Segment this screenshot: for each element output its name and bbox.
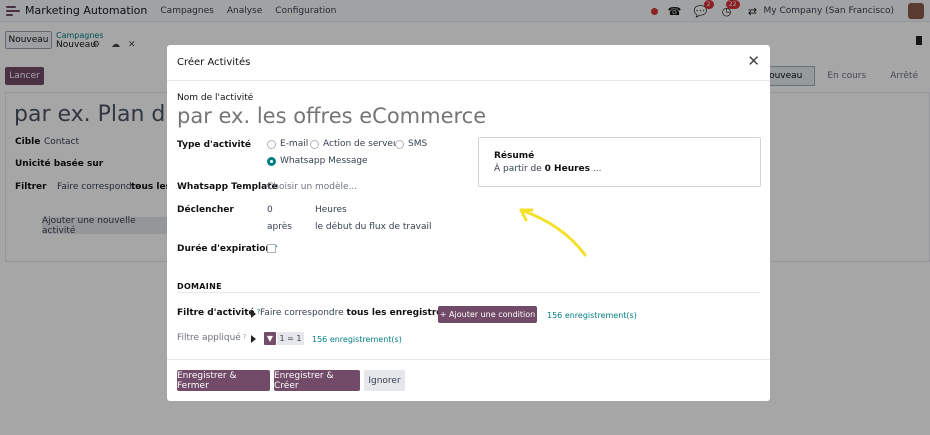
radio-email[interactable]: E-mail bbox=[267, 139, 308, 149]
create-activities-dialog: Créer Activités ✕ Nom de l'activité Type… bbox=[167, 45, 770, 401]
applied-filter-tag: 1 = 1 bbox=[277, 332, 304, 345]
radio-whatsapp[interactable]: Whatsapp Message bbox=[267, 156, 368, 166]
trigger-unit-select[interactable]: Heures bbox=[315, 205, 347, 215]
save-new-button[interactable]: Enregistrer & Créer bbox=[274, 370, 360, 391]
radio-circle[interactable] bbox=[310, 139, 319, 149]
caret-right-icon[interactable] bbox=[251, 310, 256, 318]
caret-right-icon[interactable] bbox=[251, 335, 256, 343]
applied-filter-label: Filtre appliqué? bbox=[177, 333, 247, 343]
summary-text: À partir de 0 Heures ... bbox=[494, 164, 602, 174]
annotation-arrow-icon bbox=[519, 208, 587, 257]
close-icon[interactable]: ✕ bbox=[747, 54, 760, 69]
add-condition-button[interactable]: + Ajouter une condition bbox=[438, 306, 537, 323]
whatsapp-template-label: Whatsapp Template bbox=[177, 182, 278, 192]
ignore-button[interactable]: Ignorer bbox=[364, 370, 405, 391]
trigger-when-select[interactable]: après bbox=[267, 222, 292, 232]
summary-title: Résumé bbox=[494, 151, 535, 161]
dialog-header: Créer Activités ✕ bbox=[167, 45, 770, 81]
domain-section-title: DOMAINE bbox=[177, 282, 222, 291]
trigger-event-select[interactable]: le début du flux de travail bbox=[315, 222, 432, 232]
expiry-label: Durée d'expiration? bbox=[177, 244, 278, 254]
records-count-link[interactable]: 156 enregistrement(s) bbox=[547, 311, 637, 320]
applied-records-link[interactable]: 156 enregistrement(s) bbox=[312, 335, 402, 344]
trigger-label: Déclencher bbox=[177, 205, 234, 215]
trigger-interval-input[interactable]: 0 bbox=[267, 205, 273, 215]
activity-filter-label: Filtre d'activité? bbox=[177, 308, 261, 318]
summary-box: Résumé À partir de 0 Heures ... bbox=[478, 137, 761, 187]
radio-circle[interactable] bbox=[395, 139, 404, 149]
radio-sms[interactable]: SMS bbox=[395, 139, 427, 149]
radio-circle-selected[interactable] bbox=[267, 156, 276, 166]
dialog-footer-divider bbox=[167, 359, 770, 360]
activity-name-input[interactable] bbox=[177, 104, 577, 128]
expiry-checkbox[interactable] bbox=[267, 244, 276, 253]
radio-server-action[interactable]: Action de serveur bbox=[310, 139, 402, 149]
save-close-button[interactable]: Enregistrer & Fermer bbox=[177, 370, 270, 391]
domain-divider bbox=[177, 292, 760, 293]
activity-type-label: Type d'activité bbox=[177, 140, 251, 150]
dialog-title: Créer Activités bbox=[177, 57, 251, 68]
whatsapp-template-select[interactable]: Choisir un modèle... bbox=[267, 182, 357, 192]
activity-name-label: Nom de l'activité bbox=[177, 93, 254, 103]
filter-funnel-icon: ▼ bbox=[264, 332, 276, 345]
radio-circle[interactable] bbox=[267, 139, 276, 149]
